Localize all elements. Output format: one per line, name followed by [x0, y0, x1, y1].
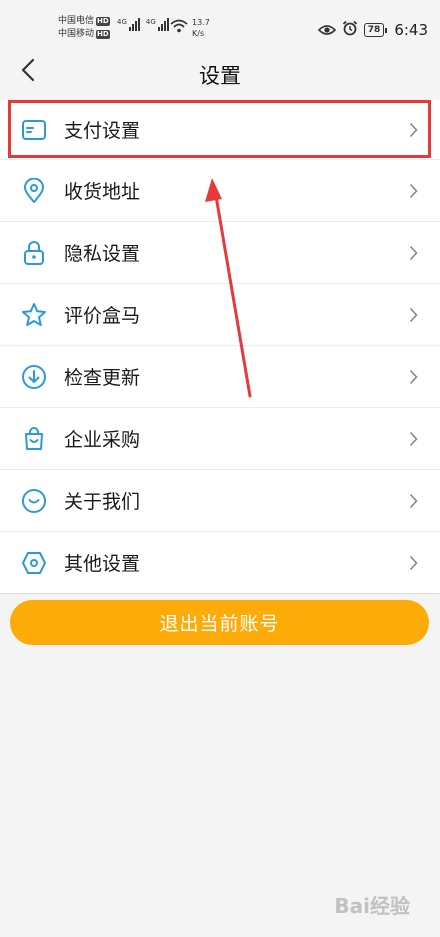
menu-item-shipping-address[interactable]: 收货地址	[0, 160, 440, 222]
shopping-bag-icon	[20, 425, 48, 453]
battery-indicator: 78	[363, 23, 387, 37]
menu-item-privacy-settings[interactable]: 隐私设置	[0, 222, 440, 284]
menu-item-label: 关于我们	[64, 491, 141, 513]
star-icon	[20, 301, 48, 329]
menu-item-enterprise-purchase[interactable]: 企业采购	[0, 408, 440, 470]
chevron-right-icon	[406, 305, 420, 325]
hexagon-icon	[20, 549, 48, 577]
hd-badge: HD	[96, 30, 110, 39]
network-speed: 13.7 K/s	[192, 18, 210, 38]
chevron-right-icon	[406, 491, 420, 511]
menu-item-label: 隐私设置	[64, 243, 141, 265]
menu-item-other-settings[interactable]: 其他设置	[0, 532, 440, 594]
menu-item-label: 评价盒马	[64, 305, 141, 327]
menu-item-about-us[interactable]: 关于我们	[0, 470, 440, 532]
menu-item-label: 检查更新	[64, 367, 141, 389]
signal-icon: 4G	[117, 18, 140, 31]
menu-item-label: 收货地址	[64, 181, 141, 203]
nav-bar: 设置	[0, 44, 440, 100]
signal-icons: 4G 4G	[117, 18, 169, 31]
settings-menu: 支付设置 收货地址 隐私设置 评价盒马 检查更新 企业采购 关于我们 其他设置	[0, 100, 440, 594]
annotation-highlight-box	[8, 100, 431, 158]
download-circle-icon	[20, 363, 48, 391]
clock: 6:43	[394, 21, 428, 39]
status-bar: 中国电信 HD 中国移动 HD 4G 4G 13.7 K/s 78 6:43	[0, 0, 440, 44]
lock-icon	[20, 239, 48, 267]
chevron-right-icon	[406, 429, 420, 449]
alarm-icon	[342, 20, 358, 40]
wifi-icon	[170, 18, 188, 37]
eye-icon	[317, 21, 336, 40]
menu-item-rate-app[interactable]: 评价盒马	[0, 284, 440, 346]
logout-button[interactable]: 退出当前账号	[10, 600, 429, 645]
page-title: 设置	[199, 64, 241, 88]
menu-item-label: 企业采购	[64, 429, 141, 451]
chevron-right-icon	[406, 553, 420, 573]
chevron-right-icon	[406, 243, 420, 263]
smile-icon	[20, 487, 48, 515]
carrier-info: 中国电信 HD 中国移动 HD	[58, 15, 110, 41]
carrier-1: 中国电信	[58, 16, 95, 26]
watermark: Bai经验	[334, 894, 410, 918]
chevron-right-icon	[406, 367, 420, 387]
menu-item-check-update[interactable]: 检查更新	[0, 346, 440, 408]
menu-item-label: 其他设置	[64, 553, 141, 575]
signal-icon: 4G	[146, 18, 169, 31]
location-pin-icon	[20, 177, 48, 205]
chevron-right-icon	[406, 181, 420, 201]
carrier-2: 中国移动	[58, 29, 95, 39]
hd-badge: HD	[96, 17, 110, 26]
